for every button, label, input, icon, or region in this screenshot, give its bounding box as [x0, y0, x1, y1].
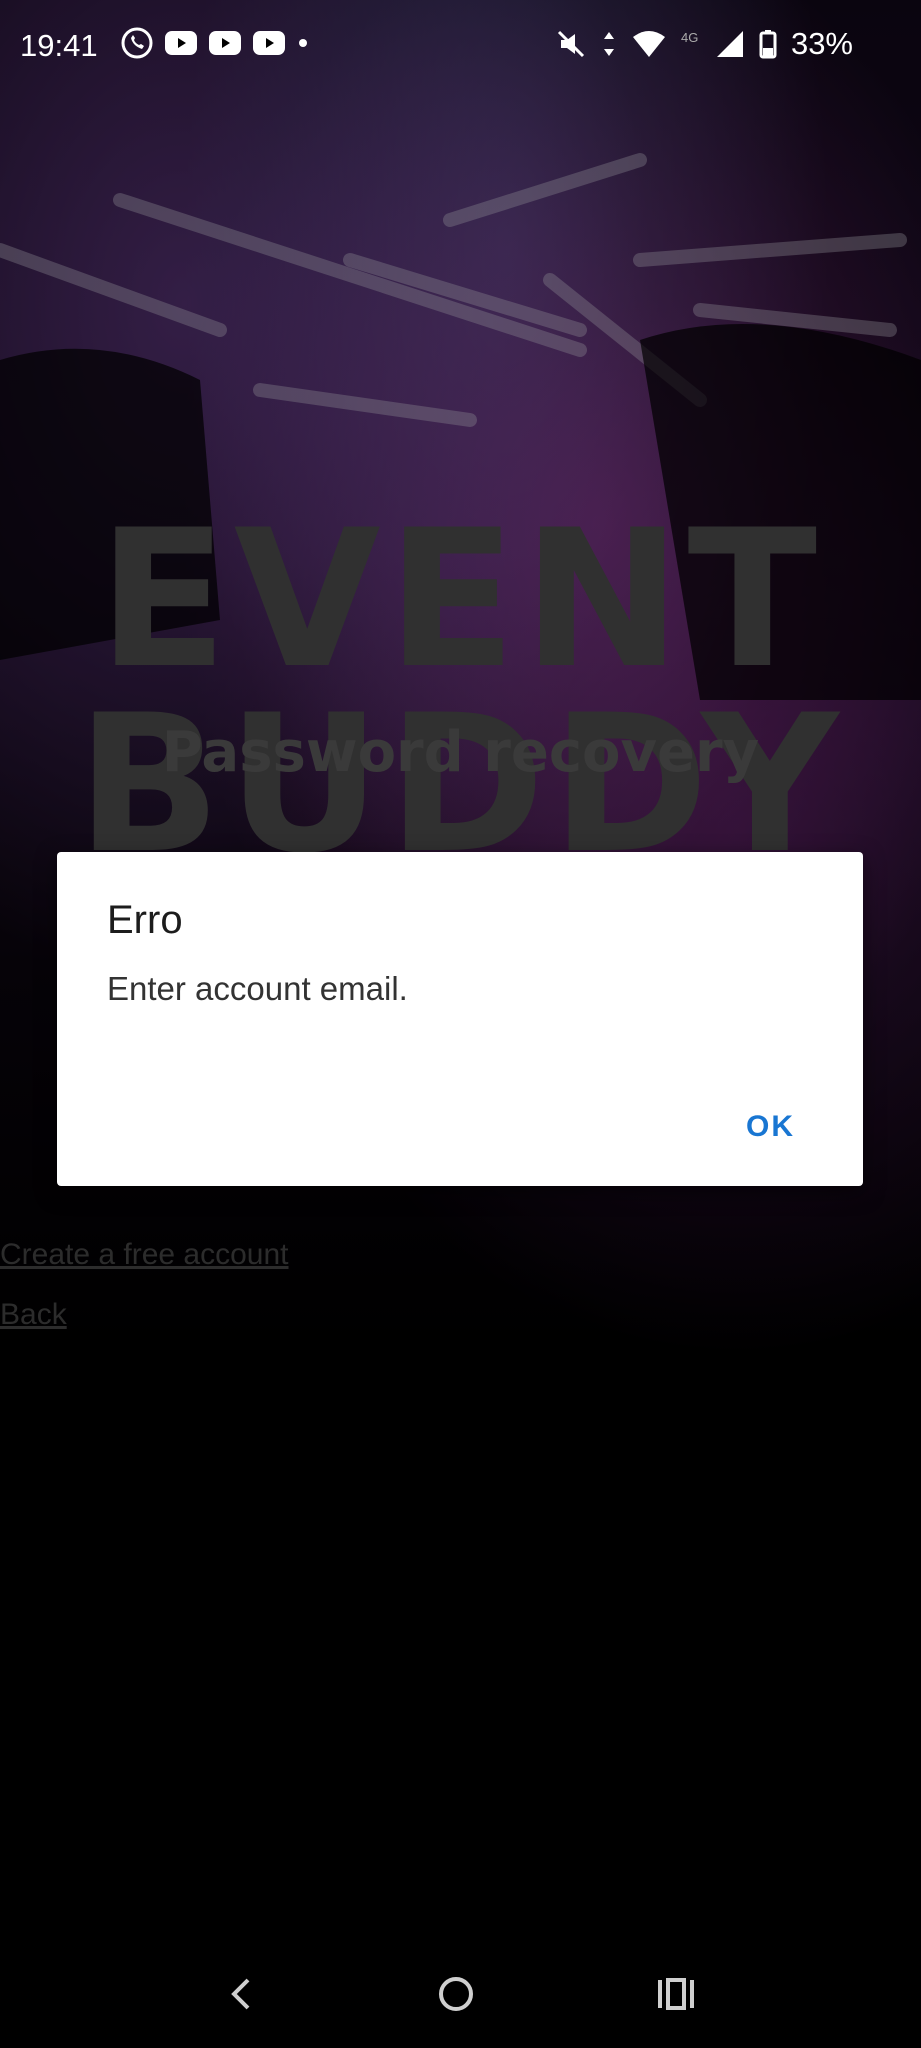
signal-icon — [716, 31, 743, 57]
status-time: 19:41 — [20, 28, 98, 63]
error-dialog: Erro Enter account email. OK — [57, 852, 863, 1186]
data-arrows-icon — [603, 32, 614, 56]
battery-icon — [759, 30, 777, 59]
youtube-icon — [209, 31, 241, 55]
ok-button[interactable]: OK — [746, 1110, 795, 1144]
youtube-icon — [253, 31, 285, 55]
nav-back-button[interactable] — [226, 1974, 256, 2014]
wifi-icon — [632, 31, 665, 57]
back-icon — [230, 1978, 249, 2010]
system-icons: 4G 33% — [555, 26, 853, 62]
dialog-title: Erro — [107, 898, 183, 942]
nav-home-button[interactable] — [436, 1974, 476, 2014]
recents-icon — [657, 1978, 694, 2010]
youtube-icon — [165, 31, 197, 55]
dialog-message: Enter account email. — [107, 970, 408, 1007]
dot-icon — [299, 39, 307, 47]
nav-recents-button[interactable] — [656, 1974, 696, 2014]
battery-percent: 33% — [790, 26, 853, 61]
svg-text:4G: 4G — [681, 30, 698, 45]
notification-icons — [120, 26, 310, 60]
status-bar: 19:41 4G 33% — [0, 0, 921, 92]
mute-icon — [557, 30, 585, 58]
home-icon — [438, 1977, 473, 2011]
network-4g-icon: 4G — [681, 30, 698, 45]
navigation-bar — [0, 1940, 921, 2048]
whatsapp-icon — [121, 27, 153, 59]
